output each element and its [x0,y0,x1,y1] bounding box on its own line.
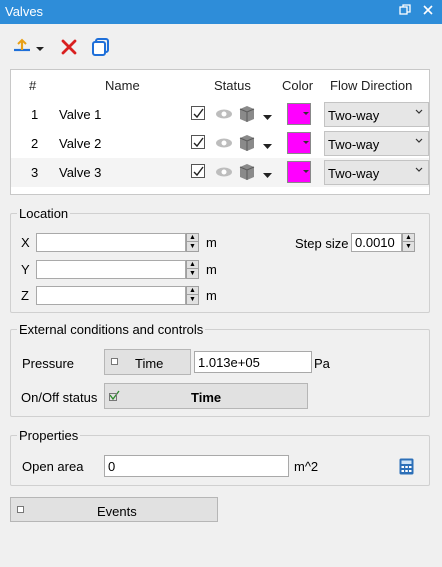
cube-icon[interactable] [238,162,256,185]
y-input[interactable] [36,260,186,279]
y-spinner[interactable]: ▲ ▼ [186,260,199,279]
color-swatch[interactable] [287,103,311,125]
eye-icon[interactable] [215,166,233,181]
flow-direction-dropdown[interactable]: Two-way [324,160,429,185]
calculator-icon[interactable] [399,458,414,478]
events-label: Events [97,504,137,519]
properties-title: Properties [17,428,81,443]
chevron-down-icon [414,107,424,120]
delete-icon[interactable] [58,36,80,58]
onoff-status-label: On/Off status [21,390,98,405]
header-color: Color [282,78,314,93]
valves-table: # Name Status Color Flow Direction 1 Val… [10,69,430,195]
header-name: Name [105,78,140,93]
x-unit: m [206,235,217,250]
row-number: 3 [31,165,39,180]
pressure-time-toggle[interactable]: Time [104,349,191,375]
float-window-icon[interactable] [398,4,412,18]
window-titlebar: Valves [0,0,442,24]
header-number: # [29,78,37,93]
chevron-down-icon [414,136,424,149]
header-flow-direction: Flow Direction [330,78,413,93]
color-swatch[interactable] [287,132,311,154]
z-label: Z [21,288,29,303]
step-size-input[interactable] [351,233,402,252]
chevron-down-icon[interactable] [263,139,272,153]
table-row[interactable]: 3 Valve 3 Two-way [11,158,429,187]
flow-direction-value: Two-way [328,137,380,152]
z-input[interactable] [36,286,186,305]
flow-direction-dropdown[interactable]: Two-way [324,102,429,127]
events-button[interactable]: Events [10,497,218,522]
pressure-time-checkbox[interactable] [111,358,118,365]
open-area-label: Open area [22,459,84,474]
pressure-unit: Pa [314,356,330,371]
cube-icon[interactable] [238,104,256,127]
open-area-input[interactable] [104,455,289,477]
onoff-time-label: Time [191,390,222,405]
onoff-time-toggle[interactable]: Time [104,383,308,409]
step-size-label: Step size [295,236,349,251]
open-area-unit: m^2 [294,459,319,474]
row-number: 2 [31,136,39,151]
flow-direction-dropdown[interactable]: Two-way [324,131,429,156]
y-unit: m [206,262,217,277]
window-title: Valves [5,4,44,19]
chevron-down-icon[interactable] [263,110,272,124]
copy-icon[interactable] [90,36,112,58]
x-input[interactable] [36,233,186,252]
location-title: Location [17,206,71,221]
table-header: # Name Status Color Flow Direction [11,70,429,100]
row-name[interactable]: Valve 1 [59,107,101,122]
pressure-label: Pressure [22,356,75,371]
visibility-checkbox[interactable] [191,106,205,120]
pressure-time-label: Time [135,356,164,371]
z-spinner[interactable]: ▲ ▼ [186,286,199,305]
x-spinner[interactable]: ▲ ▼ [186,233,199,252]
visibility-checkbox[interactable] [191,135,205,149]
conditions-title: External conditions and controls [17,322,206,337]
table-row[interactable]: 1 Valve 1 Two-way [11,100,429,129]
events-checkbox[interactable] [17,506,24,513]
row-number: 1 [31,107,39,122]
eye-icon[interactable] [215,108,233,123]
color-swatch[interactable] [287,161,311,183]
chevron-down-icon [414,165,424,178]
visibility-checkbox[interactable] [191,164,205,178]
flow-direction-value: Two-way [328,108,380,123]
step-size-spinner[interactable]: ▲ ▼ [402,233,415,252]
row-name[interactable]: Valve 3 [59,165,101,180]
eye-icon[interactable] [215,137,233,152]
add-valve-icon[interactable] [11,36,47,58]
z-unit: m [206,288,217,303]
flow-direction-value: Two-way [328,166,380,181]
cube-icon[interactable] [238,133,256,156]
chevron-down-icon[interactable] [263,168,272,182]
toolbar [0,24,442,68]
row-name[interactable]: Valve 2 [59,136,101,151]
checked-checkbox-icon[interactable] [109,389,120,404]
close-window-icon[interactable] [421,4,435,18]
pressure-input[interactable] [194,351,312,373]
x-label: X [21,235,30,250]
y-label: Y [21,262,30,277]
header-status: Status [214,78,251,93]
table-row[interactable]: 2 Valve 2 Two-way [11,129,429,158]
